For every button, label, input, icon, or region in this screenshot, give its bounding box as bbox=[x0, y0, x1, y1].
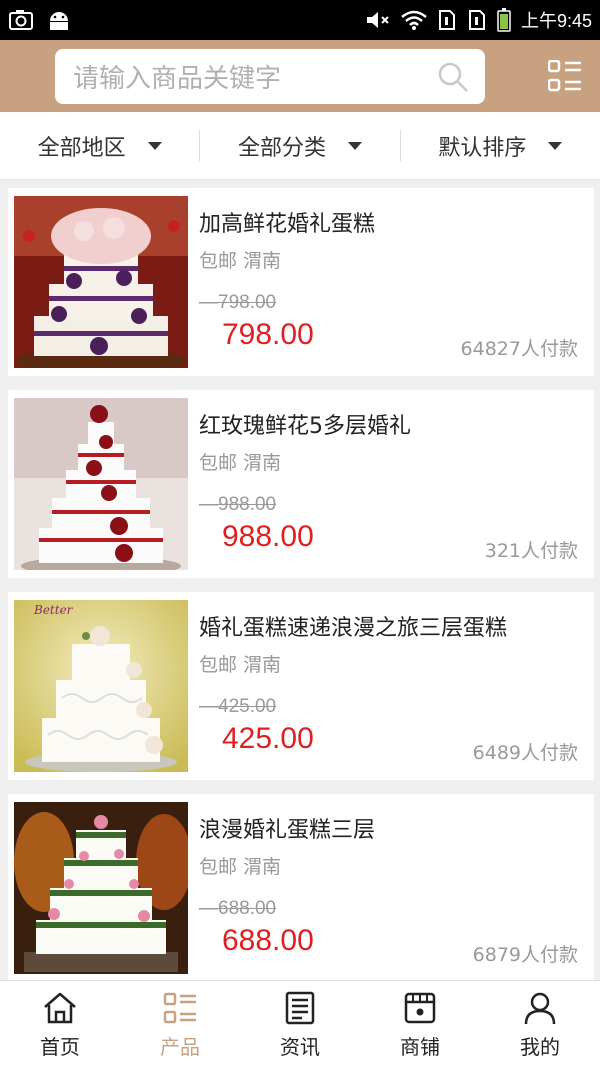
product-image[interactable]: Better bbox=[14, 600, 188, 772]
nav-products-label: 产品 bbox=[160, 1035, 200, 1059]
nav-mine-label: 我的 bbox=[520, 1035, 560, 1059]
product-old-price: 798.00 bbox=[199, 292, 276, 314]
product-meta: 包邮 渭南 bbox=[199, 250, 282, 272]
product-old-price: 425.00 bbox=[199, 696, 276, 718]
product-sales: 6489人付款 bbox=[472, 742, 578, 764]
list-menu-icon[interactable] bbox=[548, 60, 582, 92]
product-old-price: 688.00 bbox=[199, 898, 276, 920]
nav-news-label: 资讯 bbox=[280, 1035, 320, 1059]
product-image[interactable] bbox=[14, 398, 188, 570]
caret-down-icon bbox=[348, 141, 362, 150]
nav-store[interactable]: 商铺 bbox=[360, 981, 480, 1067]
nav-home-label: 首页 bbox=[40, 1035, 80, 1059]
product-list: 加高鲜花婚礼蛋糕 包邮 渭南 798.00 798.00 64827人付款 bbox=[8, 188, 594, 996]
news-icon bbox=[285, 991, 315, 1025]
product-price: 688.00 bbox=[222, 924, 314, 957]
search-icon[interactable] bbox=[437, 61, 469, 93]
product-title: 红玫瑰鲜花5多层婚礼 bbox=[199, 414, 411, 439]
mute-icon bbox=[366, 12, 389, 28]
user-icon bbox=[524, 992, 556, 1025]
product-card[interactable]: 红玫瑰鲜花5多层婚礼 包邮 渭南 988.00 988.00 321人付款 bbox=[8, 390, 594, 578]
product-old-price: 988.00 bbox=[199, 494, 276, 516]
product-sales: 64827人付款 bbox=[460, 338, 578, 360]
android-icon bbox=[50, 12, 68, 30]
sim1-icon bbox=[438, 10, 455, 30]
product-price: 988.00 bbox=[222, 520, 314, 553]
product-meta: 包邮 渭南 bbox=[199, 856, 282, 878]
bottom-nav: 首页 产品 资讯 商铺 我的 bbox=[0, 980, 600, 1067]
svg-text:Better: Better bbox=[33, 603, 74, 617]
product-title: 加高鲜花婚礼蛋糕 bbox=[199, 212, 376, 237]
store-icon bbox=[404, 992, 436, 1024]
nav-products[interactable]: 产品 bbox=[120, 981, 240, 1067]
filter-category[interactable]: 全部分类 bbox=[200, 112, 399, 180]
nav-home[interactable]: 首页 bbox=[0, 981, 120, 1067]
filter-region-label: 全部地区 bbox=[37, 135, 126, 161]
sim2-icon bbox=[468, 10, 485, 30]
status-time: 上午9:45 bbox=[520, 11, 592, 31]
search-input[interactable]: 请输入商品关键字 bbox=[55, 49, 485, 104]
product-price: 798.00 bbox=[222, 318, 314, 351]
product-meta: 包邮 渭南 bbox=[199, 452, 282, 474]
battery-icon bbox=[497, 8, 511, 32]
caret-down-icon bbox=[147, 141, 162, 150]
product-card[interactable]: 浪漫婚礼蛋糕三层 包邮 渭南 688.00 688.00 6879人付款 bbox=[8, 794, 594, 982]
product-meta: 包邮 渭南 bbox=[199, 654, 282, 676]
caret-down-icon bbox=[548, 141, 563, 150]
product-sales: 6879人付款 bbox=[472, 944, 578, 966]
filter-category-label: 全部分类 bbox=[237, 135, 326, 161]
camera-icon bbox=[9, 10, 33, 30]
header: 请输入商品关键字 bbox=[0, 40, 600, 112]
product-list-icon bbox=[163, 992, 196, 1024]
filter-region[interactable]: 全部地区 bbox=[0, 112, 199, 180]
filter-sort-label: 默认排序 bbox=[438, 135, 527, 161]
filter-bar: 全部地区 全部分类 默认排序 bbox=[0, 112, 600, 180]
nav-news[interactable]: 资讯 bbox=[240, 981, 360, 1067]
product-sales: 321人付款 bbox=[484, 540, 578, 562]
product-title: 浪漫婚礼蛋糕三层 bbox=[199, 818, 376, 843]
product-card[interactable]: 加高鲜花婚礼蛋糕 包邮 渭南 798.00 798.00 64827人付款 bbox=[8, 188, 594, 376]
home-icon bbox=[44, 992, 76, 1024]
status-bar: 上午9:45 bbox=[0, 0, 600, 40]
filter-sort[interactable]: 默认排序 bbox=[401, 112, 600, 180]
product-image[interactable] bbox=[14, 802, 188, 974]
search-placeholder: 请输入商品关键字 bbox=[73, 64, 282, 94]
nav-mine[interactable]: 我的 bbox=[480, 981, 600, 1067]
product-image[interactable] bbox=[14, 196, 188, 368]
product-price: 425.00 bbox=[222, 722, 314, 755]
product-card[interactable]: Better 婚礼蛋糕速递浪漫之旅三层蛋糕 包邮 渭南 425.00 425.0… bbox=[8, 592, 594, 780]
product-title: 婚礼蛋糕速递浪漫之旅三层蛋糕 bbox=[199, 616, 508, 641]
wifi-icon bbox=[401, 10, 427, 30]
nav-store-label: 商铺 bbox=[400, 1035, 440, 1059]
